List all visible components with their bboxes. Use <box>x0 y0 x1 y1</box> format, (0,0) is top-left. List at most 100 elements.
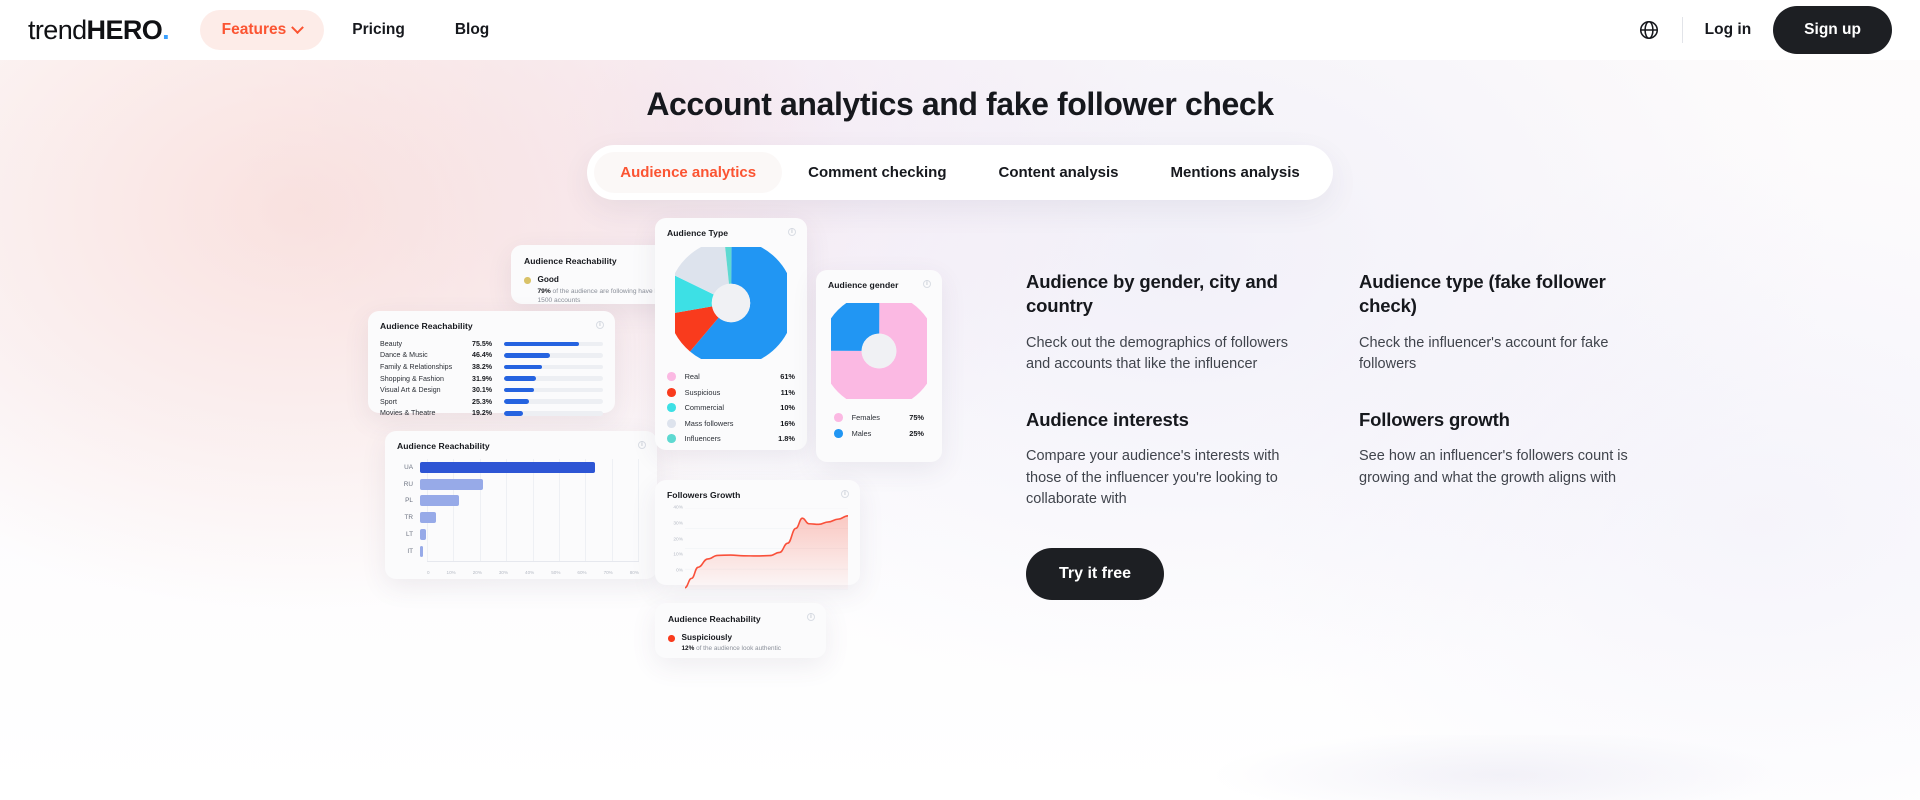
table-row: Shopping & Fashion 31.9% <box>380 373 603 385</box>
legend-label: Influencers <box>684 434 721 444</box>
info-icon[interactable]: i <box>807 613 815 621</box>
status-description: 12% of the audience look authentic <box>682 645 782 654</box>
table-row: PL <box>397 493 639 510</box>
legend-item: Mass followers 16% <box>667 416 795 432</box>
progress-fill <box>504 411 523 416</box>
table-row: Visual Art & Design 30.1% <box>380 384 603 396</box>
chart-x-ticks: 0 10% 20% 30% 40% 50% 60% 70% 80% <box>427 570 639 575</box>
feature-title: Audience interests <box>1026 408 1189 430</box>
progress-track <box>504 376 603 381</box>
chart-legend: Females 75% Males 25% <box>828 410 930 441</box>
country-label: PL <box>405 497 413 505</box>
card-audience-countries: Audience Reachability i UA RU PL TR LT IT 0 10… <box>385 431 657 579</box>
bar <box>420 512 437 524</box>
donut-hole <box>861 333 897 369</box>
login-link[interactable]: Log in <box>1705 21 1752 39</box>
card-title: Audience gender <box>828 280 899 290</box>
interests-list: Beauty 75.5% Dance & Music 46.4% Family & Re… <box>380 338 603 419</box>
features-grid: Audience by gender, city and country Che… <box>1026 270 1646 542</box>
legend-label: Real <box>684 372 700 382</box>
countries-bars: UA RU PL TR LT IT <box>397 459 639 561</box>
progress-fill <box>504 364 542 370</box>
chevron-down-icon <box>291 20 305 34</box>
legend-label: Mass followers <box>684 418 734 428</box>
interest-value: 19.2% <box>472 409 493 418</box>
signup-button[interactable]: Sign up <box>1773 6 1892 54</box>
interest-name: Sport <box>380 397 397 406</box>
nav-item-blog-label: Blog <box>454 21 490 38</box>
interest-name: Visual Art & Design <box>380 386 441 395</box>
progress-track <box>504 399 603 405</box>
feature-audience-type: Audience type (fake follower check) Chec… <box>1359 270 1646 376</box>
nav-item-features[interactable]: Features <box>199 10 325 50</box>
tab-mentions-analysis[interactable]: Mentions analysis <box>1145 152 1326 193</box>
area-chart <box>685 508 848 590</box>
legend-color-swatch <box>667 387 676 397</box>
card-audience-interests: Audience Reachability i Beauty 75.5% Dance… <box>368 311 615 417</box>
info-icon[interactable]: i <box>638 441 646 449</box>
country-label: UA <box>404 463 413 471</box>
status-dot <box>524 277 531 284</box>
table-row: RU <box>397 476 639 493</box>
interest-value: 25.3% <box>472 397 493 406</box>
legend-item: Commercial 10% <box>667 400 795 416</box>
bar-track <box>420 529 639 541</box>
legend-label: Suspicious <box>684 387 721 397</box>
card-audience-type: Audience Type i Real 61% Suspicious 11% Comm… <box>655 218 807 450</box>
table-row: Dance & Music 46.4% <box>380 350 603 362</box>
info-icon[interactable]: i <box>923 280 931 288</box>
site-header: trendHERO. Features Pricing Blog Log in … <box>0 0 1920 60</box>
feature-followers-growth: Followers growth See how an influencer's… <box>1359 408 1646 511</box>
bar <box>420 461 596 473</box>
globe-icon[interactable] <box>1638 19 1660 41</box>
progress-fill <box>504 353 550 358</box>
logo[interactable]: trendHERO. <box>28 16 170 44</box>
legend-value: 11% <box>780 387 795 397</box>
donut-hole <box>711 283 751 323</box>
main-nav: Features Pricing Blog <box>199 10 512 50</box>
tab-content-analysis[interactable]: Content analysis <box>973 152 1145 193</box>
legend-value: 61% <box>780 372 795 382</box>
feature-audience-demographics: Audience by gender, city and country Che… <box>1026 270 1313 376</box>
interest-name: Dance & Music <box>380 351 428 360</box>
info-icon[interactable]: i <box>596 321 604 329</box>
axis-tick-label: 80% <box>629 570 639 575</box>
legend-value: 75% <box>909 413 924 423</box>
axis-tick-label: 10% <box>673 552 683 558</box>
axis-tick-label: 30% <box>498 570 509 575</box>
legend-color-swatch <box>667 434 676 444</box>
legend-item: Influencers 1.8% <box>667 431 795 447</box>
nav-item-pricing[interactable]: Pricing <box>330 10 427 50</box>
interest-value: 31.9% <box>472 374 493 383</box>
hero-content: Audience Reachability i Good 79% of the … <box>0 218 1920 688</box>
axis-tick-label: 0 <box>427 570 430 575</box>
axis-tick-label: 20% <box>673 537 683 542</box>
audience-gender-donut <box>828 303 930 399</box>
legend-label: Commercial <box>684 403 725 413</box>
table-row: Family & Relationships 38.2% <box>380 361 603 373</box>
countries-plot: UA RU PL TR LT IT 0 10% 20% 30% 40% 50% 60% 70% 80% <box>397 459 645 577</box>
info-icon[interactable]: i <box>841 490 849 498</box>
tab-bar: Audience analytics Comment checking Cont… <box>587 145 1333 200</box>
page-title: Account analytics and fake follower chec… <box>646 86 1274 122</box>
progress-track <box>504 411 603 416</box>
tab-comment-checking[interactable]: Comment checking <box>782 152 972 193</box>
tab-audience-analytics[interactable]: Audience analytics <box>594 152 783 193</box>
try-it-free-button[interactable]: Try it free <box>1026 548 1165 601</box>
status-text: of the audience look authentic <box>694 645 781 652</box>
area-fill <box>685 515 848 590</box>
legend-color-swatch <box>667 372 676 382</box>
feature-description: See how an influencer's followers count … <box>1359 448 1628 486</box>
axis-tick-label: 40% <box>673 505 683 511</box>
legend-value: 1.8% <box>778 434 795 444</box>
card-title: Audience Reachability <box>397 441 490 451</box>
legend-item: Males 25% <box>834 426 924 442</box>
axis-tick-label: 60% <box>577 570 587 575</box>
legend-color-swatch <box>834 428 843 438</box>
nav-item-blog[interactable]: Blog <box>433 10 511 50</box>
interest-name: Movies & Theatre <box>380 409 436 418</box>
axis-tick-label: 70% <box>603 570 613 575</box>
info-icon[interactable]: i <box>788 228 796 236</box>
card-audience-gender: Audience gender i Females 75% Males 25% <box>816 270 942 462</box>
feature-title: Audience by gender, city and country <box>1026 271 1278 317</box>
